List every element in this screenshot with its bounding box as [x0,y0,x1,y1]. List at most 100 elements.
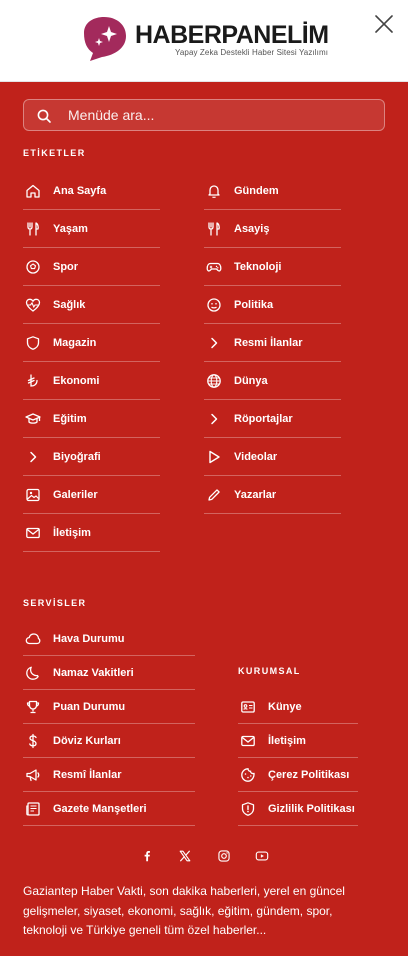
lira-icon [25,373,41,389]
corporate-item-cerez-politikasi[interactable]: Çerez Politikası [238,758,358,792]
utensils-icon [206,221,222,237]
menu-header: HABERPANELİM Yapay Zeka Destekli Haber S… [0,0,408,82]
youtube-icon[interactable] [252,846,272,866]
menu-item-asayis[interactable]: Asayiş [204,210,341,248]
pencil-icon [206,487,222,503]
menu-item-label: Yazarlar [234,488,277,501]
utensils-icon [25,221,41,237]
service-item-namaz-vakitleri[interactable]: Namaz Vakitleri [23,656,195,690]
corporate-item-iletisim[interactable]: İletişim [238,724,358,758]
section-title-services: SERVİSLER [23,598,87,608]
menu-item-label: Politika [234,298,274,311]
globe-icon [206,373,222,389]
mail-icon [240,733,256,749]
menu-item-label: Ekonomi [53,374,100,387]
soccer-ball-icon [25,259,41,275]
service-item-label: Puan Durumu [53,700,126,713]
menu-item-label: Videolar [234,450,278,463]
brand-name: HABERPANELİM [135,21,329,49]
chevron-right-icon [206,411,222,427]
facebook-icon[interactable] [137,846,157,866]
section-title-tags: ETİKETLER [23,148,86,158]
menu-item-label: Röportajlar [234,412,293,425]
menu-item-label: Dünya [234,374,268,387]
corporate-item-label: İletişim [268,734,306,747]
menu-item-label: Gündem [234,184,279,197]
section-title-corporate: KURUMSAL [238,666,301,676]
menu-item-ana-sayfa[interactable]: Ana Sayfa [23,172,160,210]
megaphone-icon [25,767,41,783]
menu-item-saglik[interactable]: Sağlık [23,286,160,324]
menu-item-biyografi[interactable]: Biyoğrafi [23,438,160,476]
menu-item-label: Biyoğrafi [53,450,101,463]
service-item-doviz-kurlari[interactable]: Döviz Kurları [23,724,195,758]
dollar-icon [25,733,41,749]
service-item-label: Namaz Vakitleri [53,666,134,679]
service-item-puan-durumu[interactable]: Puan Durumu [23,690,195,724]
chevron-right-icon [206,335,222,351]
menu-item-iletisim[interactable]: İletişim [23,514,160,552]
site-description: Gaziantep Haber Vakti, son dakika haberl… [23,884,345,937]
menu-item-yasam[interactable]: Yaşam [23,210,160,248]
id-card-icon [240,699,256,715]
service-item-label: Döviz Kurları [53,734,121,747]
image-icon [25,487,41,503]
menu-item-galeriler[interactable]: Galeriler [23,476,160,514]
corporate-item-label: Künye [268,700,302,713]
x-icon[interactable] [175,846,195,866]
menu-item-label: İletişim [53,526,91,539]
menu-item-egitim[interactable]: Eğitim [23,400,160,438]
menu-item-label: Yaşam [53,222,88,235]
menu-item-spor[interactable]: Spor [23,248,160,286]
menu-item-label: Resmi İlanlar [234,336,303,349]
bell-icon [206,183,222,199]
menu-item-videolar[interactable]: Videolar [204,438,341,476]
menu-item-magazin[interactable]: Magazin [23,324,160,362]
menu-item-label: Teknoloji [234,260,282,273]
menu-item-label: Galeriler [53,488,98,501]
brand-tagline: Yapay Zeka Destekli Haber Sitesi Yazılım… [175,48,329,57]
gamepad-icon [206,259,222,275]
menu-item-label: Sağlık [53,298,86,311]
instagram-icon[interactable] [214,846,234,866]
menu-item-dunya[interactable]: Dünya [204,362,341,400]
corporate-item-label: Gizlilik Politikası [268,802,355,815]
menu-item-label: Ana Sayfa [53,184,107,197]
menu-search[interactable] [23,99,385,131]
corporate-item-gizlilik-politikasi[interactable]: Gizlilik Politikası [238,792,358,826]
menu-item-teknoloji[interactable]: Teknoloji [204,248,341,286]
menu-item-gundem[interactable]: Gündem [204,172,341,210]
service-item-resmi-ilanlar[interactable]: Resmî İlanlar [23,758,195,792]
service-item-label: Resmî İlanlar [53,768,122,781]
logo-icon [84,17,126,61]
service-item-hava-durumu[interactable]: Hava Durumu [23,622,195,656]
newspaper-icon [25,801,41,817]
corporate-item-label: Çerez Politikası [268,768,350,781]
chevron-right-icon [25,449,41,465]
service-item-label: Gazete Manşetleri [53,802,147,815]
shield-icon [25,335,41,351]
search-input[interactable] [68,100,368,130]
menu-item-ekonomi[interactable]: Ekonomi [23,362,160,400]
menu-item-label: Spor [53,260,79,273]
search-icon [37,109,51,123]
smile-icon [206,297,222,313]
close-icon[interactable] [372,12,396,36]
menu-item-resmi-ilanlar[interactable]: Resmi İlanlar [204,324,341,362]
mail-icon [25,525,41,541]
menu-item-politika[interactable]: Politika [204,286,341,324]
heart-pulse-icon [25,297,41,313]
menu-item-yazarlar[interactable]: Yazarlar [204,476,341,514]
moon-icon [25,665,41,681]
menu-item-label: Eğitim [53,412,87,425]
cloud-icon [25,631,41,647]
play-icon [206,449,222,465]
service-item-gazete-mansetleri[interactable]: Gazete Manşetleri [23,792,195,826]
service-item-label: Hava Durumu [53,632,125,645]
menu-item-roportajlar[interactable]: Röportajlar [204,400,341,438]
menu-item-label: Magazin [53,336,97,349]
graduation-cap-icon [25,411,41,427]
shield-alert-icon [240,801,256,817]
corporate-item-kunye[interactable]: Künye [238,690,358,724]
home-icon [25,183,41,199]
